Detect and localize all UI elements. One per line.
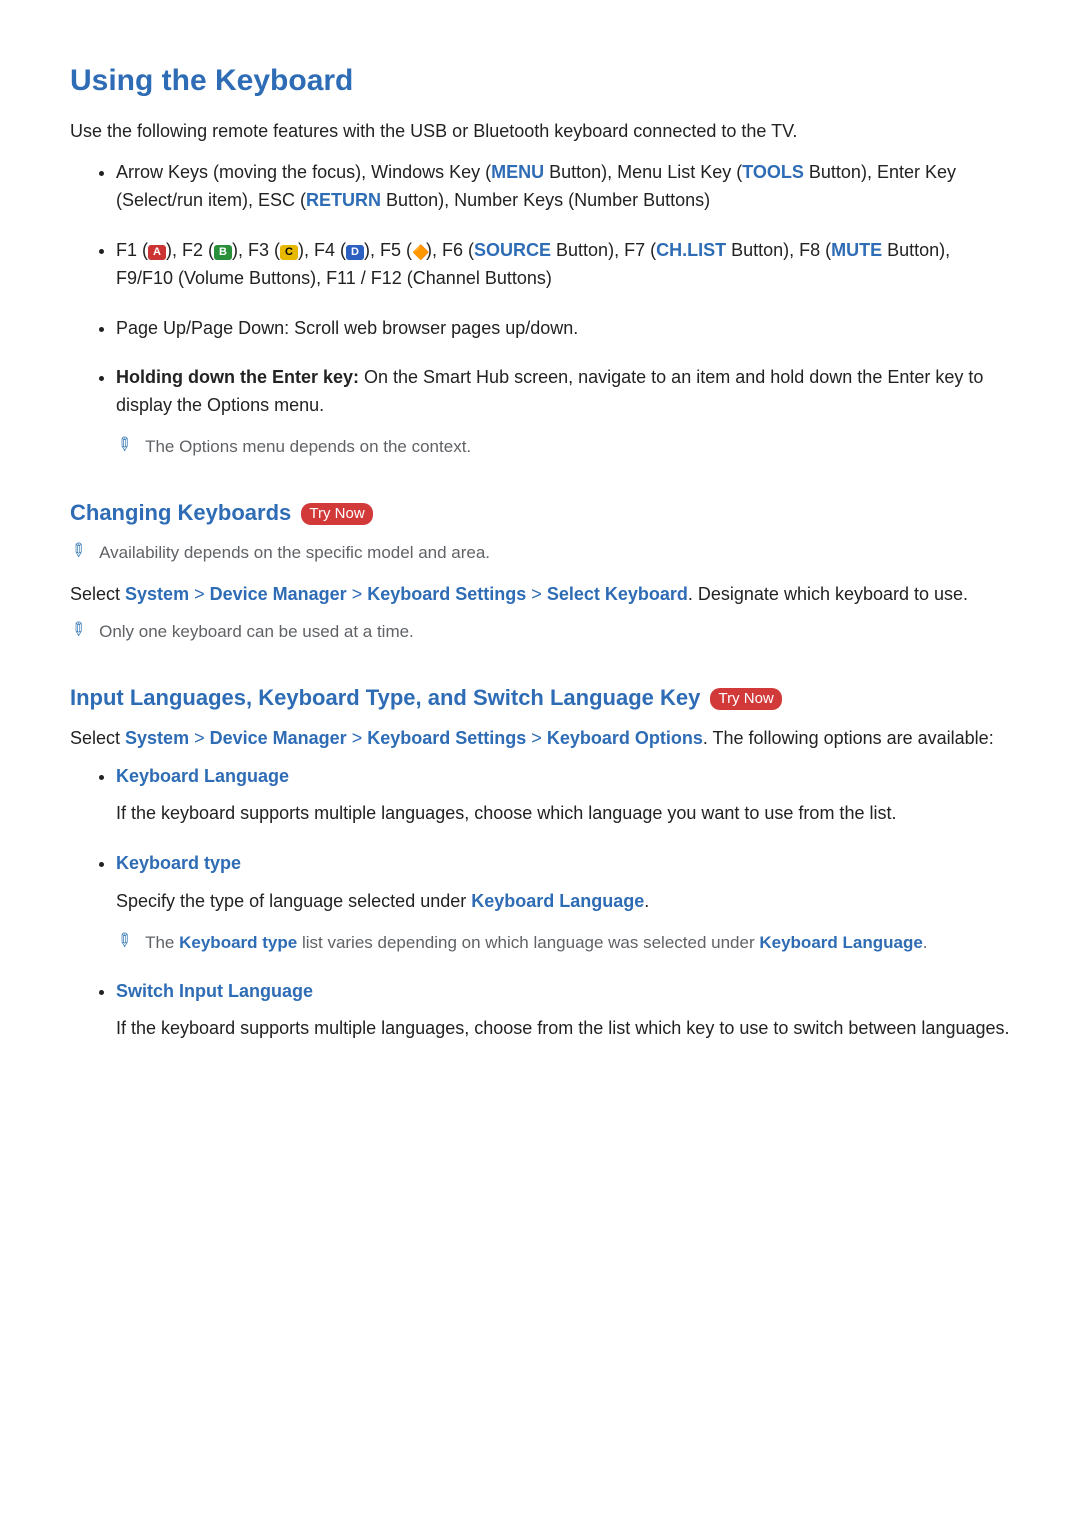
option-title: Keyboard Language — [116, 766, 289, 786]
option-title: Keyboard type — [116, 853, 241, 873]
section-heading-text: Changing Keyboards — [70, 500, 291, 525]
breadcrumb-separator: > — [352, 728, 363, 748]
keyboard-language-link: Keyboard Language — [759, 933, 922, 952]
note-icon: ✎ — [111, 432, 137, 458]
menu-path-item: Device Manager — [210, 728, 347, 748]
mute-key-label: MUTE — [831, 240, 882, 260]
note-text: The Options menu depends on the context. — [145, 434, 471, 460]
keyboard-language-link: Keyboard Language — [471, 891, 644, 911]
breadcrumb-separator: > — [531, 728, 542, 748]
menu-path-item: Select Keyboard — [547, 584, 688, 604]
text: . The following options are available: — [703, 728, 994, 748]
list-item: F1 (A), F2 (B), F3 (C), F4 (D), F5 (🔶), … — [116, 237, 1010, 293]
section-input-languages-title: Input Languages, Keyboard Type, and Swit… — [70, 685, 1010, 711]
list-item: Arrow Keys (moving the focus), Windows K… — [116, 159, 1010, 215]
option-description: If the keyboard supports multiple langua… — [116, 800, 1010, 828]
keyboard-type-link: Keyboard type — [179, 933, 297, 952]
menu-path-paragraph: Select System > Device Manager > Keyboar… — [70, 725, 1010, 753]
page-title: Using the Keyboard — [70, 64, 1010, 98]
text: F1 ( — [116, 240, 148, 260]
text: The — [145, 933, 179, 952]
menu-path-paragraph: Select System > Device Manager > Keyboar… — [70, 581, 1010, 609]
note-text: The Keyboard type list varies depending … — [145, 930, 927, 956]
list-item: Keyboard Language If the keyboard suppor… — [116, 763, 1010, 829]
text: Arrow Keys (moving the focus), Windows K… — [116, 162, 491, 182]
menu-path-item: System — [125, 584, 189, 604]
options-list: Keyboard Language If the keyboard suppor… — [70, 763, 1010, 1044]
note-text: Availability depends on the specific mod… — [99, 540, 490, 566]
tools-key-label: TOOLS — [742, 162, 804, 182]
breadcrumb-separator: > — [194, 584, 205, 604]
text: . — [923, 933, 928, 952]
text: ), F2 ( — [166, 240, 214, 260]
text: ), F4 ( — [298, 240, 346, 260]
return-key-label: RETURN — [306, 190, 381, 210]
text: Select — [70, 728, 125, 748]
color-key-b-icon: B — [214, 245, 232, 260]
breadcrumb-separator: > — [352, 584, 363, 604]
intro-text: Use the following remote features with t… — [70, 118, 1010, 145]
feature-list: Arrow Keys (moving the focus), Windows K… — [70, 159, 1010, 460]
list-item: Page Up/Page Down: Scroll web browser pa… — [116, 315, 1010, 343]
menu-path-item: Keyboard Settings — [367, 728, 526, 748]
text: . Designate which keyboard to use. — [688, 584, 968, 604]
note-icon: ✎ — [65, 538, 91, 564]
text: Select — [70, 584, 125, 604]
color-key-d-icon: D — [346, 245, 364, 260]
enter-hold-label: Holding down the Enter key: — [116, 367, 359, 387]
breadcrumb-separator: > — [531, 584, 542, 604]
text: ), F5 ( — [364, 240, 412, 260]
text: Button), F8 ( — [726, 240, 831, 260]
option-title: Switch Input Language — [116, 981, 313, 1001]
menu-path-item: System — [125, 728, 189, 748]
color-key-c-icon: C — [280, 245, 298, 260]
try-now-button[interactable]: Try Now — [710, 688, 781, 710]
text: list varies depending on which language … — [297, 933, 759, 952]
color-key-a-icon: A — [148, 245, 166, 260]
option-description: Specify the type of language selected un… — [116, 888, 1010, 916]
source-key-label: SOURCE — [474, 240, 551, 260]
list-item: Keyboard type Specify the type of langua… — [116, 850, 1010, 955]
text: Specify the type of language selected un… — [116, 891, 471, 911]
smart-hub-icon: 🔶 — [412, 245, 426, 259]
text: ), F6 ( — [426, 240, 474, 260]
text: Button), Number Keys (Number Buttons) — [381, 190, 710, 210]
menu-key-label: MENU — [491, 162, 544, 182]
text: ), F3 ( — [232, 240, 280, 260]
section-changing-keyboards-title: Changing Keyboards Try Now — [70, 500, 1010, 526]
list-item: Holding down the Enter key: On the Smart… — [116, 364, 1010, 459]
text: Button), F7 ( — [551, 240, 656, 260]
menu-path-item: Keyboard Settings — [367, 584, 526, 604]
note-icon: ✎ — [65, 617, 91, 643]
chlist-key-label: CH.LIST — [656, 240, 726, 260]
menu-path-item: Keyboard Options — [547, 728, 703, 748]
breadcrumb-separator: > — [194, 728, 205, 748]
section-heading-text: Input Languages, Keyboard Type, and Swit… — [70, 685, 700, 710]
text: . — [644, 891, 649, 911]
list-item: Switch Input Language If the keyboard su… — [116, 978, 1010, 1044]
menu-path-item: Device Manager — [210, 584, 347, 604]
text: Button), Menu List Key ( — [544, 162, 742, 182]
try-now-button[interactable]: Try Now — [301, 503, 372, 525]
note-text: Only one keyboard can be used at a time. — [99, 619, 414, 645]
option-description: If the keyboard supports multiple langua… — [116, 1015, 1010, 1043]
note-icon: ✎ — [111, 928, 137, 954]
